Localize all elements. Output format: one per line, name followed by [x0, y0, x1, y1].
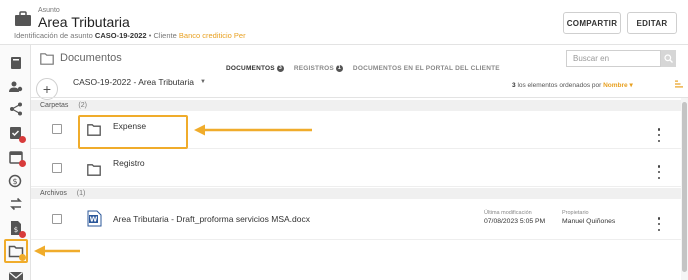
tab-label: DOCUMENTOS — [226, 64, 275, 72]
annotation-arrow — [34, 245, 80, 257]
document-money-icon[interactable]: $ — [8, 220, 26, 238]
chevron-down-icon: ▼ — [199, 79, 206, 85]
word-document-icon: W — [87, 210, 102, 227]
more-options-icon[interactable] — [657, 165, 661, 179]
section-count: (2) — [78, 102, 87, 109]
scrollbar-thumb[interactable] — [682, 102, 687, 272]
client-link[interactable]: Banco crediticio Per — [179, 31, 246, 40]
case-header: Asunto Area Tributaria Identificación de… — [0, 0, 688, 45]
svg-text:W: W — [90, 216, 98, 224]
row-checkbox[interactable] — [52, 163, 62, 173]
notification-badge — [19, 160, 26, 167]
documents-panel: Documentos Buscar en DOCUMENTOS 3 REGIST… — [31, 45, 688, 280]
more-options-icon[interactable] — [657, 217, 661, 231]
tab-label: REGISTROS — [293, 64, 334, 72]
tab-client-portal[interactable]: DOCUMENTOS EN EL PORTAL DEL CLIENTE — [353, 62, 500, 74]
tab-count: 3 — [276, 64, 284, 72]
last-modified: Última modificación 07/08/2023 5:05 PM — [484, 210, 545, 225]
calendar-icon[interactable] — [8, 149, 26, 167]
folder-row[interactable]: Registro — [31, 149, 681, 187]
search-button[interactable] — [661, 50, 676, 67]
briefcase-icon — [15, 11, 31, 26]
search-input[interactable]: Buscar en — [566, 50, 661, 67]
users-icon[interactable] — [8, 79, 24, 95]
row-checkbox[interactable] — [52, 124, 62, 134]
meta-label: Propietario — [562, 210, 589, 216]
svg-text:$: $ — [12, 177, 17, 186]
share-button[interactable]: COMPARTIR — [563, 12, 621, 34]
highlight-box — [4, 239, 28, 263]
highlight-box — [78, 115, 188, 149]
file-name[interactable]: Area Tributaria - Draft_proforma servici… — [113, 214, 310, 224]
files-section-header: Archivos (1) — [31, 188, 681, 199]
case-id-label: Identificación de asunto — [14, 31, 93, 40]
sort-info: 3 los elementos ordenados por Nombre ▾ — [512, 81, 633, 89]
breadcrumb[interactable]: CASO-19-2022 - Area Tributaria ▼ — [73, 77, 206, 87]
section-label: Carpetas — [40, 102, 69, 109]
meta-separator: • — [148, 31, 152, 40]
section-title: Documentos — [60, 52, 122, 64]
mail-icon[interactable] — [8, 269, 24, 280]
divider — [31, 97, 688, 98]
client-label: Cliente — [153, 31, 177, 40]
meta-value: 07/08/2023 5:05 PM — [484, 218, 546, 225]
row-checkbox[interactable] — [52, 214, 62, 224]
checklist-icon[interactable] — [8, 125, 26, 143]
documents-tabs: DOCUMENTOS 3 REGISTROS 1 DOCUMENTOS EN E… — [226, 62, 500, 74]
tab-documents[interactable]: DOCUMENTOS 3 — [226, 62, 284, 74]
subject-label: Asunto — [38, 7, 60, 14]
section-count: (1) — [76, 190, 86, 197]
file-row[interactable]: W Area Tributaria - Draft_proforma servi… — [31, 200, 681, 240]
case-id: CASO-19-2022 — [94, 31, 147, 40]
svg-text:$: $ — [14, 226, 18, 234]
section-label: Archivos — [40, 190, 67, 197]
meta-value: Manuel Quiñones — [562, 218, 616, 225]
sort-icon[interactable] — [675, 80, 684, 88]
chevron-down-icon[interactable]: ▾ — [629, 82, 632, 89]
folders-section-header: Carpetas (2) — [31, 100, 681, 111]
page-title: Area Tributaria — [38, 14, 130, 30]
folder-icon — [40, 53, 54, 65]
sort-text: los elementos ordenados por — [517, 82, 602, 89]
share-icon[interactable] — [8, 101, 24, 117]
sort-field-dropdown[interactable]: Nombre — [603, 82, 628, 89]
more-options-icon[interactable] — [657, 128, 661, 142]
breadcrumb-label: CASO-19-2022 - Area Tributaria — [73, 77, 194, 87]
billing-icon[interactable]: $ — [8, 173, 24, 189]
book-icon[interactable] — [8, 55, 24, 71]
owner: Propietario Manuel Quiñones — [562, 210, 615, 225]
annotation-arrow — [194, 124, 312, 136]
meta-label: Última modificación — [484, 210, 532, 216]
case-meta: Identificación de asunto CASO-19-2022 • … — [14, 31, 246, 40]
edit-button[interactable]: EDITAR — [627, 12, 677, 34]
tab-count: 1 — [335, 64, 343, 72]
items-count: 3 — [512, 82, 516, 89]
tab-label: DOCUMENTOS EN EL PORTAL DEL CLIENTE — [352, 64, 500, 72]
transfer-icon[interactable] — [8, 196, 24, 212]
search-icon — [664, 54, 673, 63]
left-rail: $ $ — [0, 45, 31, 280]
notification-badge — [19, 136, 26, 143]
folder-name[interactable]: Registro — [113, 158, 145, 168]
folder-icon — [87, 164, 101, 176]
tab-records[interactable]: REGISTROS 1 — [294, 62, 343, 74]
notification-badge — [19, 231, 26, 238]
